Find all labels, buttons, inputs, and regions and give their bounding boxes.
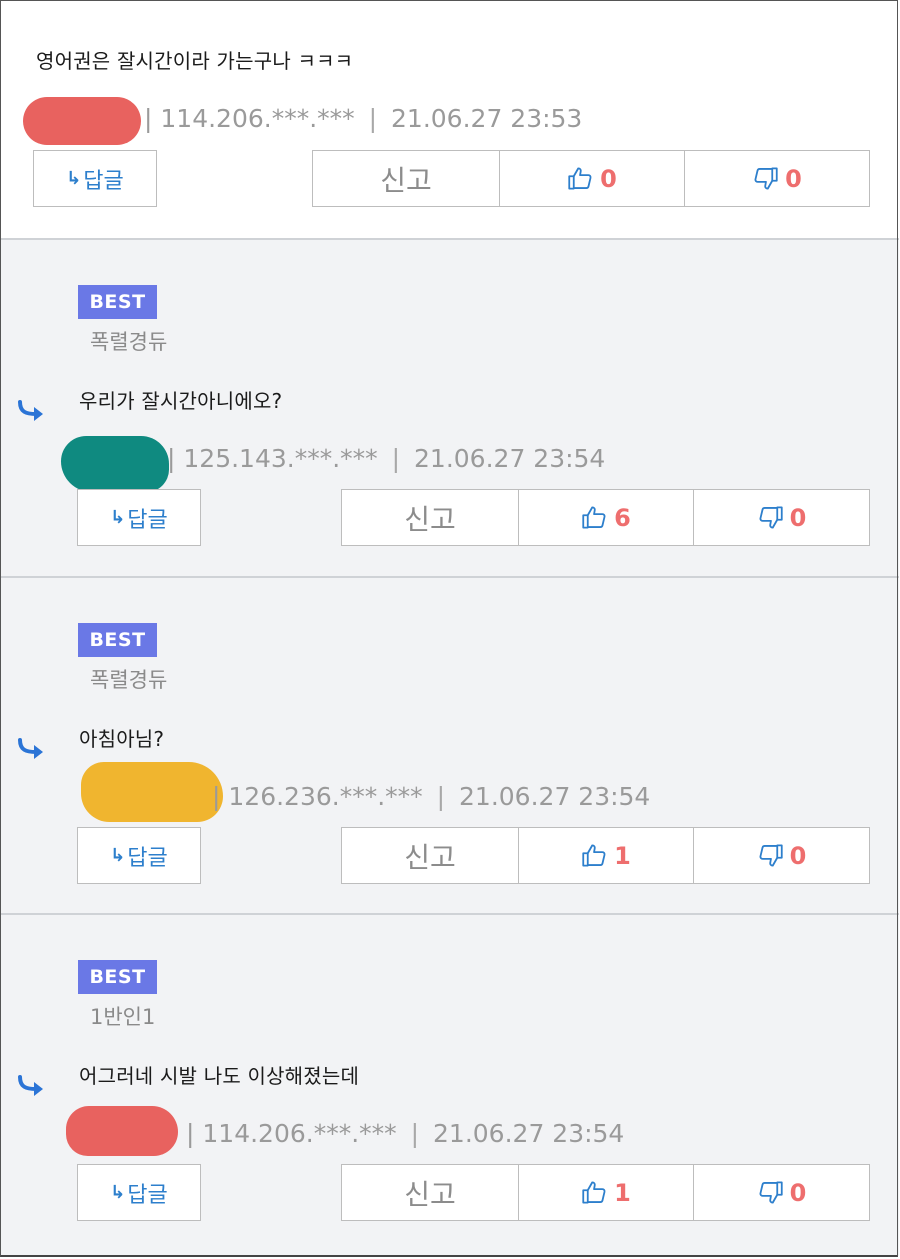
- thumbs-up-icon: [582, 506, 606, 529]
- reply-button[interactable]: ↳ 답글: [77, 1164, 201, 1221]
- comment-meta: | 126.236.***.*** | 21.06.27 23:54: [212, 782, 650, 811]
- best-reply-item: BEST 폭렬경듀 아침아님? | 126.236.***.*** | 21.0…: [1, 576, 899, 914]
- comment-time: 21.06.27 23:54: [433, 1119, 625, 1148]
- thumbs-up-icon: [582, 844, 606, 867]
- comment-nickname[interactable]: 1반인1: [90, 1001, 155, 1031]
- comment-meta: | 114.206.***.*** | 21.06.27 23:54: [186, 1119, 624, 1148]
- report-button[interactable]: 신고: [341, 827, 518, 884]
- comment-time: 21.06.27 23:54: [414, 444, 606, 473]
- report-button[interactable]: 신고: [312, 150, 499, 207]
- reply-button[interactable]: ↳ 답글: [77, 827, 201, 884]
- comment-content: 어그러네 시발 나도 이상해졌는데: [79, 1064, 360, 1088]
- reply-arrow-icon: [18, 738, 43, 759]
- comment-actions: 신고 1 0: [341, 827, 870, 884]
- meta-separator: |: [167, 444, 176, 473]
- redacted-nickname: [81, 762, 223, 822]
- comment-time: 21.06.27 23:53: [391, 104, 583, 133]
- dislike-count: 0: [789, 841, 807, 870]
- thumbs-up-icon: [582, 1181, 606, 1204]
- like-count: 1: [614, 1178, 631, 1207]
- redacted-nickname: [66, 1106, 178, 1156]
- reply-label: 답글: [83, 168, 124, 194]
- comment-meta: | 125.143.***.*** | 21.06.27 23:54: [167, 444, 605, 473]
- dislike-count: 0: [789, 1178, 807, 1207]
- reply-button[interactable]: ↳ 답글: [77, 489, 201, 546]
- reply-arrow-icon: [18, 1075, 43, 1096]
- thumbs-down-icon: [759, 506, 783, 529]
- redacted-nickname: [23, 97, 141, 145]
- dislike-button[interactable]: 0: [693, 827, 870, 884]
- comment-meta: | 114.206.***.*** | 21.06.27 23:53: [144, 104, 582, 133]
- comment-ip: 125.143.***.***: [183, 444, 378, 473]
- meta-separator: |: [410, 1119, 420, 1148]
- thumbs-down-icon: [759, 1181, 783, 1204]
- reply-arrow-icon: ↳: [110, 1182, 126, 1203]
- dislike-button[interactable]: 0: [693, 1164, 870, 1221]
- thumbs-down-icon: [759, 844, 783, 867]
- comment-ip: 114.206.***.***: [202, 1119, 397, 1148]
- reply-label: 답글: [127, 507, 168, 533]
- best-reply-item: BEST 1반인1 어그러네 시발 나도 이상해졌는데 | 114.206.**…: [1, 913, 899, 1256]
- meta-separator: |: [391, 444, 401, 473]
- comment-item: 영어권은 잘시간이라 가는구나 ㅋㅋㅋ | 114.206.***.*** | …: [1, 0, 899, 238]
- report-label: 신고: [380, 163, 432, 197]
- best-badge: BEST: [78, 623, 157, 657]
- meta-separator: |: [144, 104, 153, 133]
- reply-arrow-icon: ↳: [110, 507, 126, 528]
- reply-label: 답글: [127, 845, 168, 871]
- dislike-count: 0: [785, 164, 802, 193]
- comment-actions: 신고 6 0: [341, 489, 870, 546]
- thumbs-down-icon: [754, 167, 778, 190]
- meta-separator: |: [212, 782, 221, 811]
- reply-label: 답글: [127, 1182, 168, 1208]
- comment-nickname[interactable]: 폭렬경듀: [90, 664, 167, 694]
- like-count: 0: [600, 164, 617, 193]
- comment-content: 아침아님?: [79, 727, 165, 751]
- comment-nickname[interactable]: 폭렬경듀: [90, 326, 167, 356]
- like-count: 1: [614, 841, 631, 870]
- best-badge: BEST: [78, 285, 157, 319]
- report-label: 신고: [404, 502, 456, 536]
- meta-separator: |: [186, 1119, 195, 1148]
- redacted-nickname: [61, 436, 169, 492]
- report-button[interactable]: 신고: [341, 489, 518, 546]
- like-count: 6: [614, 503, 631, 532]
- thumbs-up-icon: [568, 167, 592, 190]
- like-button[interactable]: 1: [518, 1164, 693, 1221]
- reply-button[interactable]: ↳ 답글: [33, 150, 157, 207]
- reply-arrow-icon: [18, 400, 43, 421]
- like-button[interactable]: 6: [518, 489, 693, 546]
- dislike-button[interactable]: 0: [693, 489, 870, 546]
- report-label: 신고: [404, 840, 456, 874]
- meta-separator: |: [436, 782, 446, 811]
- comment-ip: 114.206.***.***: [160, 104, 355, 133]
- best-reply-item: BEST 폭렬경듀 우리가 잘시간아니에오? | 125.143.***.***…: [1, 238, 899, 576]
- comment-time: 21.06.27 23:54: [459, 782, 651, 811]
- dislike-count: 0: [789, 503, 807, 532]
- reply-arrow-icon: ↳: [110, 845, 126, 866]
- comment-ip: 126.236.***.***: [228, 782, 423, 811]
- best-badge: BEST: [78, 960, 157, 994]
- comment-actions: 신고 1 0: [341, 1164, 870, 1221]
- reply-arrow-icon: ↳: [66, 168, 82, 189]
- report-label: 신고: [404, 1177, 456, 1211]
- like-button[interactable]: 0: [499, 150, 684, 207]
- meta-separator: |: [368, 104, 378, 133]
- report-button[interactable]: 신고: [341, 1164, 518, 1221]
- dislike-button[interactable]: 0: [684, 150, 870, 207]
- comment-content: 우리가 잘시간아니에오?: [79, 389, 283, 413]
- comment-content: 영어권은 잘시간이라 가는구나 ㅋㅋㅋ: [36, 49, 354, 73]
- like-button[interactable]: 1: [518, 827, 693, 884]
- comment-actions: 신고 0 0: [312, 150, 870, 207]
